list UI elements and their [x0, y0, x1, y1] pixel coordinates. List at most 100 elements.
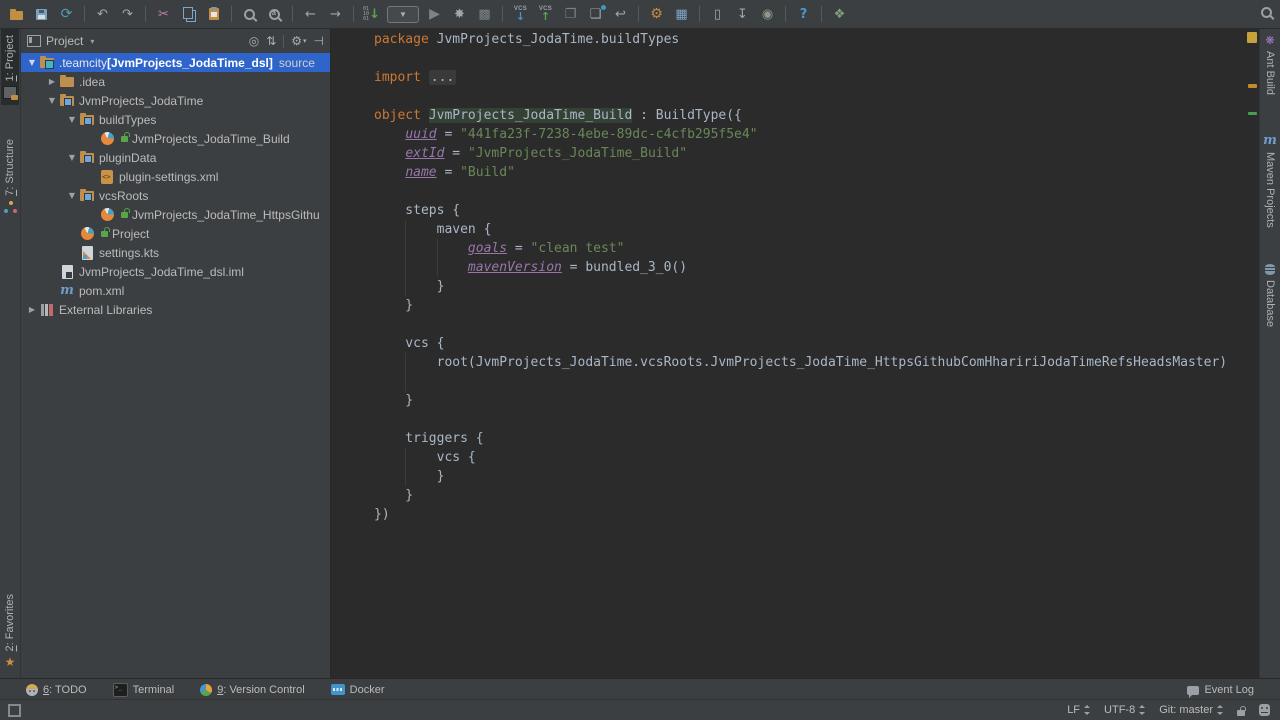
- expand-arrow-icon[interactable]: ▼: [65, 115, 79, 124]
- replace-button[interactable]: [262, 2, 287, 26]
- tree-item--teamcity[interactable]: ▼.teamcity [JvmProjects_JodaTime_dsl]sou…: [21, 53, 330, 72]
- avd-manager-button[interactable]: ▯: [705, 2, 730, 26]
- code-line-26: }): [374, 505, 1227, 524]
- synchronize-button[interactable]: ⟳: [54, 2, 79, 26]
- copy-button[interactable]: [176, 2, 201, 26]
- code-line-14: }: [374, 277, 1227, 296]
- indent-guide: [437, 239, 438, 277]
- stripe-tab-2-favorites[interactable]: 2: Favorites★: [2, 588, 18, 674]
- toolwindow-toggle-button[interactable]: [8, 704, 21, 717]
- stripe-tab-database[interactable]: Database: [1262, 258, 1278, 333]
- tree-item-label: buildTypes: [99, 113, 156, 127]
- docker-icon: [331, 684, 345, 695]
- tree-item-jvmprojects-jodatime-httpsgithu[interactable]: JvmProjects_JodaTime_HttpsGithu: [21, 205, 330, 224]
- toolwindow-button-terminal[interactable]: Terminal: [113, 683, 175, 697]
- project-view-combo[interactable]: Project ▾: [27, 34, 94, 48]
- rollback-button[interactable]: ↩: [608, 2, 633, 26]
- show-history-button[interactable]: ❐: [558, 2, 583, 26]
- tree-item-jvmprojects-jodatime-build[interactable]: JvmProjects_JodaTime_Build: [21, 129, 330, 148]
- tree-item-plugin-settings-xml[interactable]: plugin-settings.xml: [21, 167, 330, 186]
- tree-item-jvmprojects-jodatime-dsl-iml[interactable]: JvmProjects_JodaTime_dsl.iml: [21, 262, 330, 281]
- tree-item-plugindata[interactable]: ▼pluginData: [21, 148, 330, 167]
- save-all-button[interactable]: [29, 2, 54, 26]
- stripe-tab-ant-build[interactable]: ❋Ant Build: [1262, 29, 1278, 101]
- tree-item-jvmprojects-jodatime[interactable]: ▼JvmProjects_JodaTime: [21, 91, 330, 110]
- toolwindow-button-event-log[interactable]: Event Log: [1187, 684, 1254, 696]
- hector-inspections-button[interactable]: [1259, 704, 1270, 716]
- code-line-7: extId = "JvmProjects_JodaTime_Build": [374, 144, 1227, 163]
- forward-button[interactable]: →: [323, 2, 348, 26]
- git-branch-indicator[interactable]: Git: master: [1159, 704, 1223, 716]
- toolwindow-button-9-version-control[interactable]: 9: Version Control: [200, 684, 304, 696]
- collapse-all-button[interactable]: ⇅: [266, 35, 276, 47]
- line-separator-indicator[interactable]: LF: [1067, 704, 1090, 716]
- paste-button[interactable]: [201, 2, 226, 26]
- search-everywhere-button[interactable]: [1261, 5, 1272, 23]
- toolwindow-button-6-todo[interactable]: 6: TODO: [26, 684, 87, 696]
- code-line-5: object JvmProjects_JodaTime_Build : Buil…: [374, 106, 1227, 125]
- stripe-tab-1-project[interactable]: 1: Project: [1, 29, 19, 105]
- open-project-icon: [10, 11, 23, 20]
- android-monitor-button[interactable]: ◉: [755, 2, 780, 26]
- undo-button[interactable]: ↶: [90, 2, 115, 26]
- encoding-indicator[interactable]: UTF-8: [1104, 704, 1145, 716]
- settings-button[interactable]: ⚙▾: [291, 35, 306, 47]
- code-line-16: [374, 315, 1227, 334]
- hide-button[interactable]: ⊣: [314, 35, 324, 47]
- expand-arrow-icon[interactable]: ▼: [25, 58, 39, 67]
- tree-item-pom-xml[interactable]: mpom.xml: [21, 281, 330, 300]
- tree-item-label: .idea: [79, 75, 105, 89]
- updown-arrows-icon: [1138, 705, 1145, 715]
- update-project-button[interactable]: VCS↓: [508, 2, 533, 26]
- error-stripe[interactable]: [1245, 29, 1259, 678]
- stripe-tab-maven-projects[interactable]: mMaven Projects: [1261, 129, 1279, 234]
- open-project-button[interactable]: [4, 2, 29, 26]
- sdk-manager-button[interactable]: ↧: [730, 2, 755, 26]
- expand-arrow-icon[interactable]: ▼: [65, 191, 79, 200]
- tree-item--idea[interactable]: ▶ .idea: [21, 72, 330, 91]
- toolbar-separator: [145, 6, 146, 22]
- help-button[interactable]: ?: [791, 2, 816, 26]
- expand-arrow-icon[interactable]: ▼: [45, 96, 59, 105]
- tree-item-suffix: source: [279, 56, 315, 70]
- toolbar-separator: [231, 6, 232, 22]
- back-button[interactable]: ←: [298, 2, 323, 26]
- tree-item-buildtypes[interactable]: ▼ buildTypes: [21, 110, 330, 129]
- redo-button[interactable]: ↷: [115, 2, 140, 26]
- paste-icon: [209, 8, 219, 20]
- code-line-20: }: [374, 391, 1227, 410]
- run-configurations-button[interactable]: ▼: [384, 2, 422, 26]
- code-line-18: root(JvmProjects_JodaTime.vcsRoots.JvmPr…: [374, 353, 1227, 372]
- run-with-coverage-button[interactable]: ▩: [472, 2, 497, 26]
- undo-icon: ↶: [97, 8, 108, 21]
- tree-item-external-libraries[interactable]: ▶External Libraries: [21, 300, 330, 319]
- project-structure-icon: ▦: [675, 8, 687, 21]
- cut-button[interactable]: ✂: [151, 2, 176, 26]
- debug-button[interactable]: ✸: [447, 2, 472, 26]
- tree-item-label: vcsRoots: [99, 189, 148, 203]
- tree-item-settings-kts[interactable]: settings.kts: [21, 243, 330, 262]
- expand-arrow-icon[interactable]: ▼: [65, 153, 79, 162]
- commit-changes-button[interactable]: VCS↑: [533, 2, 558, 26]
- hector-inspections-icon: [1259, 704, 1270, 716]
- show-history-icon: ❐: [565, 8, 577, 21]
- toolbar-separator: [84, 6, 85, 22]
- toolwindow-button-docker[interactable]: Docker: [331, 684, 385, 696]
- project-structure-button[interactable]: ▦: [669, 2, 694, 26]
- readonly-lock-button[interactable]: [1237, 705, 1245, 716]
- tree-item-project[interactable]: Project: [21, 224, 330, 243]
- run-button[interactable]: ▶: [422, 2, 447, 26]
- locate-button[interactable]: ◎: [249, 35, 259, 47]
- settings-button[interactable]: ⚙: [644, 2, 669, 26]
- warning-mark: [1248, 84, 1257, 88]
- attach-debugger-button[interactable]: ❖: [827, 2, 852, 26]
- stripe-tab-7-structure[interactable]: 7: Structure: [2, 133, 19, 219]
- tree-item-vcsroots[interactable]: ▼ vcsRoots: [21, 186, 330, 205]
- expand-arrow-icon[interactable]: ▶: [25, 305, 39, 314]
- editor[interactable]: package JvmProjects_JodaTime.buildTypesi…: [331, 29, 1259, 678]
- status-label: LF: [1067, 704, 1080, 716]
- find-button[interactable]: [237, 2, 262, 26]
- make-project-button[interactable]: 011001↓: [359, 2, 384, 26]
- recent-changes-button[interactable]: ❏: [583, 2, 608, 26]
- expand-arrow-icon[interactable]: ▶: [45, 77, 59, 86]
